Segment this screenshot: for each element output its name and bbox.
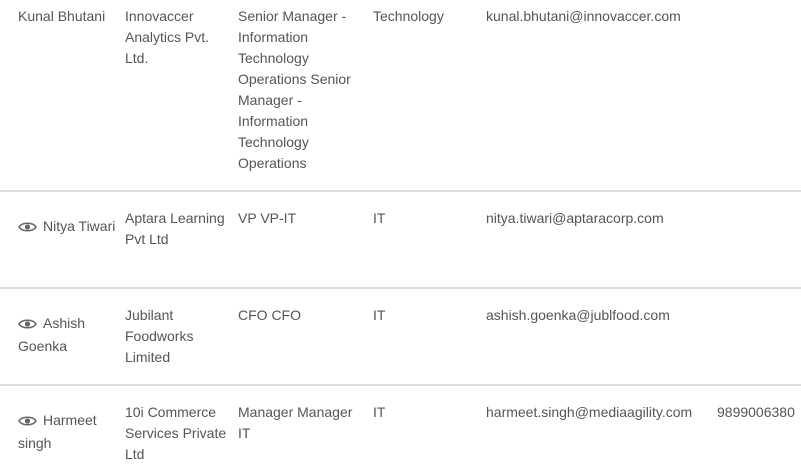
- eye-icon[interactable]: [18, 218, 37, 239]
- contact-name[interactable]: Nitya Tiwari: [18, 216, 118, 239]
- row-divider: [0, 287, 801, 289]
- contact-name[interactable]: Ashish Goenka: [18, 313, 118, 357]
- contact-name[interactable]: Harmeet singh: [18, 410, 118, 454]
- email-address[interactable]: kunal.bhutani@innovaccer.com: [486, 6, 711, 27]
- email-address[interactable]: harmeet.singh@mediaagility.com: [486, 402, 711, 423]
- company-name: 10i Commerce Services Private Ltd: [125, 404, 227, 462]
- company-name: Jubilant Foodworks Limited: [125, 307, 194, 365]
- email-address[interactable]: nitya.tiwari@aptaracorp.com: [486, 208, 711, 229]
- row-divider: [0, 190, 801, 192]
- industry: IT: [373, 307, 386, 323]
- job-title: CFO CFO: [238, 307, 301, 323]
- job-title: Manager Manager IT: [238, 404, 353, 441]
- email-address[interactable]: ashish.goenka@jublfood.com: [486, 305, 711, 326]
- job-title: VP VP-IT: [238, 210, 297, 226]
- contact-name[interactable]: Kunal Bhutani: [18, 6, 118, 27]
- industry: Technology: [373, 8, 444, 24]
- phone-number: 9899006380: [717, 404, 795, 420]
- job-title: Senior Manager - Information Technology …: [238, 8, 351, 171]
- row-divider: [0, 384, 801, 386]
- industry: IT: [373, 210, 386, 226]
- eye-icon[interactable]: [18, 315, 37, 336]
- company-name: Aptara Learning Pvt Ltd: [125, 210, 225, 247]
- company-name: Innovaccer Analytics Pvt. Ltd.: [125, 8, 210, 66]
- eye-icon[interactable]: [18, 412, 37, 433]
- industry: IT: [373, 404, 386, 420]
